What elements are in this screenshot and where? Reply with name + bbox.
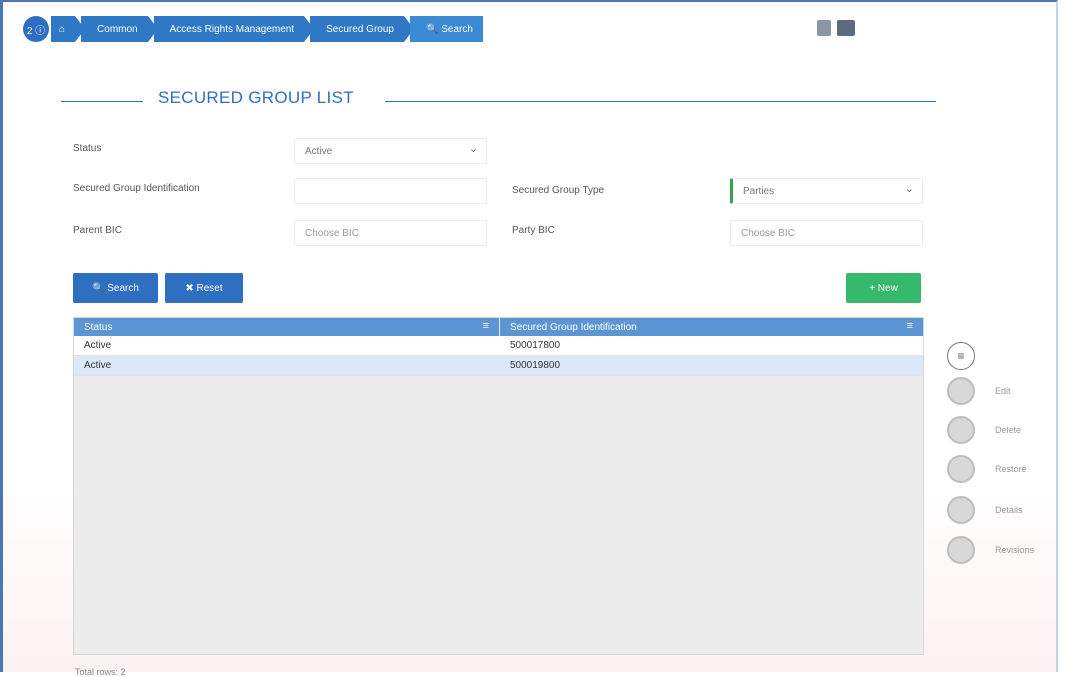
delete-action[interactable]: Delete — [947, 416, 1021, 444]
table-row[interactable]: Active 500017800 — [74, 336, 923, 356]
reset-button[interactable]: ✖ Reset — [165, 273, 243, 303]
parent-bic-input[interactable]: Choose BIC — [294, 220, 487, 246]
restore-action[interactable]: Restore — [947, 455, 1027, 483]
cell-sg-id: 500017800 — [510, 340, 561, 351]
new-button[interactable]: + New — [846, 273, 921, 303]
cell-status: Active — [84, 340, 112, 351]
column-header-sg-id[interactable]: Secured Group Identification ≡ — [500, 318, 923, 336]
party-bic-label: Party BIC — [512, 225, 555, 236]
sg-id-label: Secured Group Identification — [73, 183, 200, 194]
table-row[interactable]: Active 500019800 — [74, 356, 923, 376]
edit-icon[interactable] — [947, 377, 975, 405]
details-label: Details — [995, 505, 1023, 515]
status-select[interactable]: Active — [294, 138, 487, 164]
cell-status: Active — [84, 360, 112, 371]
table-header: Status ≡ Secured Group Identification ≡ — [74, 318, 923, 336]
title-divider-right — [385, 101, 936, 102]
restore-icon[interactable] — [947, 455, 975, 483]
column-header-status-label: Status — [84, 321, 113, 333]
party-bic-input[interactable]: Choose BIC — [730, 220, 923, 246]
edit-label: Edit — [995, 386, 1011, 396]
sg-type-label: Secured Group Type — [512, 185, 605, 196]
print-icon[interactable] — [837, 20, 855, 36]
title-divider-left — [61, 101, 143, 102]
parent-bic-label: Parent BIC — [73, 225, 122, 236]
app-frame: 2 ⓘ ⌂ Common Access Rights Management Se… — [0, 0, 1058, 677]
revisions-label: Revisions — [995, 545, 1035, 555]
info-badge[interactable]: 2 ⓘ — [23, 16, 49, 42]
page-title: SECURED GROUP LIST — [158, 88, 354, 107]
cell-sg-id: 500019800 — [510, 360, 561, 371]
sg-type-select[interactable]: Parties — [730, 178, 923, 204]
status-label: Status — [73, 143, 102, 154]
home-icon: ⌂ — [59, 23, 66, 35]
column-menu-icon[interactable]: ≡ — [483, 320, 489, 332]
actions-menu-button[interactable]: ≡ — [947, 342, 975, 370]
total-rows: Total rows: 2 — [75, 667, 126, 677]
party-bic-placeholder: Choose BIC — [741, 227, 795, 239]
parent-bic-placeholder: Choose BIC — [305, 227, 359, 239]
delete-icon[interactable] — [947, 416, 975, 444]
breadcrumb-access-rights[interactable]: Access Rights Management — [153, 16, 314, 42]
status-value: Active — [305, 145, 333, 157]
breadcrumb-home[interactable]: ⌂ — [51, 16, 86, 42]
delete-label: Delete — [995, 425, 1022, 435]
revisions-icon[interactable] — [947, 536, 975, 564]
edit-action[interactable]: Edit — [947, 377, 1011, 405]
top-icons — [817, 20, 855, 36]
breadcrumb-search[interactable]: 🔍 Search — [409, 16, 483, 42]
breadcrumb-secured-group[interactable]: Secured Group — [310, 16, 414, 42]
revisions-action[interactable]: Revisions — [947, 536, 1034, 564]
column-menu-icon[interactable]: ≡ — [907, 320, 913, 332]
breadcrumb: 2 ⓘ ⌂ Common Access Rights Management Se… — [23, 16, 489, 42]
breadcrumb-common[interactable]: Common — [81, 16, 158, 42]
results-table: Status ≡ Secured Group Identification ≡ … — [73, 317, 924, 655]
save-icon[interactable] — [817, 20, 831, 36]
sg-type-value: Parties — [743, 185, 775, 197]
restore-label: Restore — [995, 464, 1027, 474]
column-header-status[interactable]: Status ≡ — [74, 318, 500, 336]
column-header-sg-id-label: Secured Group Identification — [510, 321, 637, 333]
menu-icon: ≡ — [957, 349, 965, 363]
sg-id-input[interactable] — [294, 178, 487, 204]
search-button[interactable]: 🔍 Search — [73, 273, 158, 303]
details-action[interactable]: Details — [947, 496, 1023, 524]
details-icon[interactable] — [947, 496, 975, 524]
